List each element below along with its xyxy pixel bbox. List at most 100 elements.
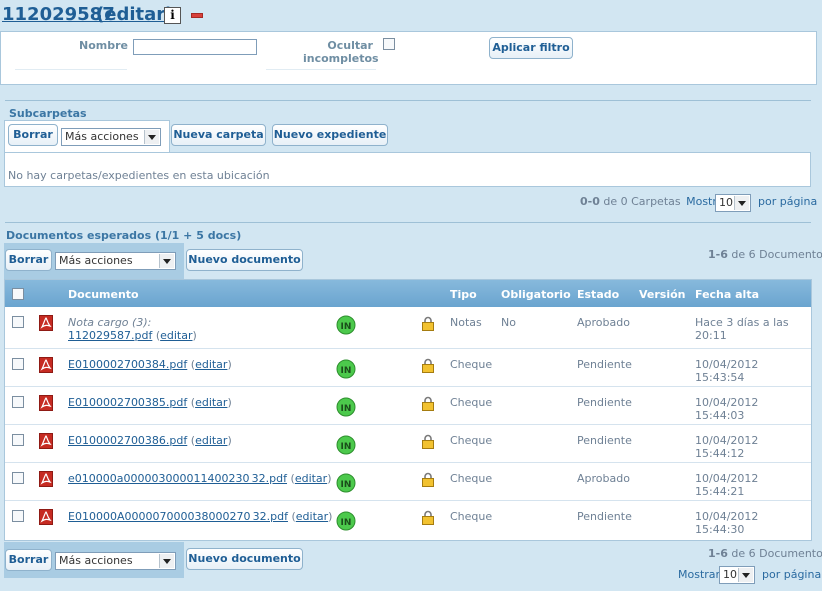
chevron-down-icon — [734, 196, 749, 210]
lock-icon — [422, 396, 434, 411]
subfolders-pagination: 0-0 de 0 Carpetas Mostrar — [580, 195, 729, 208]
row-edit-link[interactable]: editar — [195, 358, 227, 371]
row-edit-link[interactable]: editar — [195, 396, 227, 409]
row-file-cell: 112029587.pdf (editar) — [68, 329, 197, 342]
subfolders-title: Subcarpetas — [9, 107, 87, 120]
row-checkbox[interactable] — [12, 358, 24, 370]
documents-delete-button[interactable]: Borrar — [5, 249, 52, 271]
row-fecha: Hace 3 días a las — [695, 316, 789, 329]
row-checkbox[interactable] — [12, 316, 24, 328]
svg-text:IN: IN — [341, 442, 352, 452]
row-checkbox[interactable] — [12, 434, 24, 446]
info-icon[interactable]: i — [164, 7, 181, 24]
chevron-down-icon — [159, 254, 174, 268]
row-checkbox[interactable] — [12, 510, 24, 522]
new-file-button[interactable]: Nuevo expediente — [272, 124, 388, 146]
svg-text:IN: IN — [341, 480, 352, 490]
row-tipo: Cheque — [450, 434, 493, 447]
svg-text:IN: IN — [341, 404, 352, 414]
table-row: E0100002700384.pdf (editar) IN Cheque Pe… — [5, 349, 811, 387]
subfolders-page-size-select[interactable]: 10 — [715, 194, 751, 212]
lock-icon — [422, 510, 434, 525]
bottom-count: 1-6 de 6 Documentos — [708, 547, 822, 560]
pdf-icon — [39, 509, 53, 525]
col-fecha-alta[interactable]: Fecha alta — [695, 288, 759, 301]
row-edit-link[interactable]: editar — [195, 434, 227, 447]
bottom-per-page-label: por página — [762, 568, 822, 581]
row-file-cell: E0100002700386.pdf (editar) — [68, 434, 232, 447]
row-file-link[interactable]: E0100002700384.pdf — [68, 358, 187, 371]
new-folder-button[interactable]: Nueva carpeta — [171, 124, 266, 146]
row-edit-link[interactable]: editar — [295, 472, 327, 485]
pdf-icon — [39, 471, 53, 487]
in-status-icon: IN — [336, 359, 356, 379]
divider — [266, 69, 376, 70]
col-version[interactable]: Versión — [639, 288, 686, 301]
divider — [15, 69, 127, 70]
bottom-new-document-button[interactable]: Nuevo documento — [186, 548, 303, 570]
lock-icon — [422, 316, 434, 331]
row-tipo: Cheque — [450, 396, 493, 409]
table-row: E010000A000007000038000270 32.pdf (edita… — [5, 501, 811, 540]
documents-more-actions-select[interactable]: Más acciones — [55, 252, 176, 270]
title-edit: (editar) — [96, 4, 173, 25]
row-obligatorio: No — [501, 316, 516, 329]
row-file-cell: e010000a000003000011400230 32.pdf (edita… — [68, 472, 332, 485]
ocultar-incompletos-checkbox[interactable] — [383, 38, 395, 50]
subfolders-more-actions-select[interactable]: Más acciones — [61, 128, 161, 146]
select-all-checkbox[interactable] — [12, 288, 24, 300]
table-row: E0100002700385.pdf (editar) IN Cheque Pe… — [5, 387, 811, 425]
in-status-icon: IN — [336, 315, 356, 335]
table-header: Documento Tipo Obligatorio Estado Versió… — [5, 280, 811, 307]
row-estado: Pendiente — [577, 434, 632, 447]
row-file-cell: E010000A000007000038000270 32.pdf (edita… — [68, 510, 333, 523]
in-status-icon: IN — [336, 397, 356, 417]
table-row: e010000a000003000011400230 32.pdf (edita… — [5, 463, 811, 501]
row-fecha: 10/04/2012 15:43:54 — [695, 358, 759, 384]
col-obligatorio[interactable]: Obligatorio — [501, 288, 571, 301]
row-estado: Pendiente — [577, 358, 632, 371]
table-row: E0100002700386.pdf (editar) IN Cheque Pe… — [5, 425, 811, 463]
filter-panel: Nombre Ocultar incompletos Aplicar filtro — [0, 31, 817, 85]
row-file-link[interactable]: E010000A000007000038000270 32.pdf — [68, 510, 288, 523]
row-edit-link[interactable]: editar — [296, 510, 328, 523]
col-documento[interactable]: Documento — [68, 288, 139, 301]
lock-icon — [422, 472, 434, 487]
pdf-icon — [39, 433, 53, 449]
row-checkbox[interactable] — [12, 396, 24, 408]
row-estado: Aprobado — [577, 316, 630, 329]
documents-title: Documentos esperados (1/1 + 5 docs) — [6, 229, 242, 242]
row-edit-link[interactable]: editar — [160, 329, 192, 342]
row-note: Nota cargo (3): — [68, 316, 152, 329]
divider — [5, 100, 811, 101]
col-tipo[interactable]: Tipo — [450, 288, 477, 301]
row-file-link[interactable]: 112029587.pdf — [68, 329, 152, 342]
svg-text:IN: IN — [341, 322, 352, 332]
lock-icon — [422, 434, 434, 449]
bottom-delete-button[interactable]: Borrar — [5, 549, 52, 571]
bottom-page-size-select[interactable]: 10 — [719, 566, 755, 584]
title-edit-link[interactable]: editar — [104, 4, 165, 25]
row-file-link[interactable]: E0100002700386.pdf — [68, 434, 187, 447]
bottom-more-actions-select[interactable]: Más acciones — [55, 552, 176, 570]
row-tipo: Cheque — [450, 510, 493, 523]
table-row: Nota cargo (3): 112029587.pdf (editar) I… — [5, 307, 811, 349]
row-estado: Pendiente — [577, 510, 632, 523]
divider — [5, 222, 811, 223]
minus-icon[interactable] — [191, 13, 203, 18]
row-file-link[interactable]: e010000a000003000011400230 32.pdf — [68, 472, 287, 485]
row-file-link[interactable]: E0100002700385.pdf — [68, 396, 187, 409]
apply-filter-button[interactable]: Aplicar filtro — [489, 37, 573, 59]
row-fecha: 10/04/2012 15:44:03 — [695, 396, 759, 422]
empty-message: No hay carpetas/expedientes en esta ubic… — [8, 169, 270, 182]
nombre-input[interactable] — [133, 39, 257, 55]
col-estado[interactable]: Estado — [577, 288, 619, 301]
row-file-cell: E0100002700384.pdf (editar) — [68, 358, 232, 371]
chevron-down-icon — [738, 568, 753, 582]
new-document-button[interactable]: Nuevo documento — [186, 249, 303, 271]
subfolders-delete-button[interactable]: Borrar — [8, 124, 58, 146]
documents-table: Documento Tipo Obligatorio Estado Versió… — [4, 279, 812, 541]
chevron-down-icon — [159, 554, 174, 568]
row-estado: Aprobado — [577, 472, 630, 485]
row-checkbox[interactable] — [12, 472, 24, 484]
